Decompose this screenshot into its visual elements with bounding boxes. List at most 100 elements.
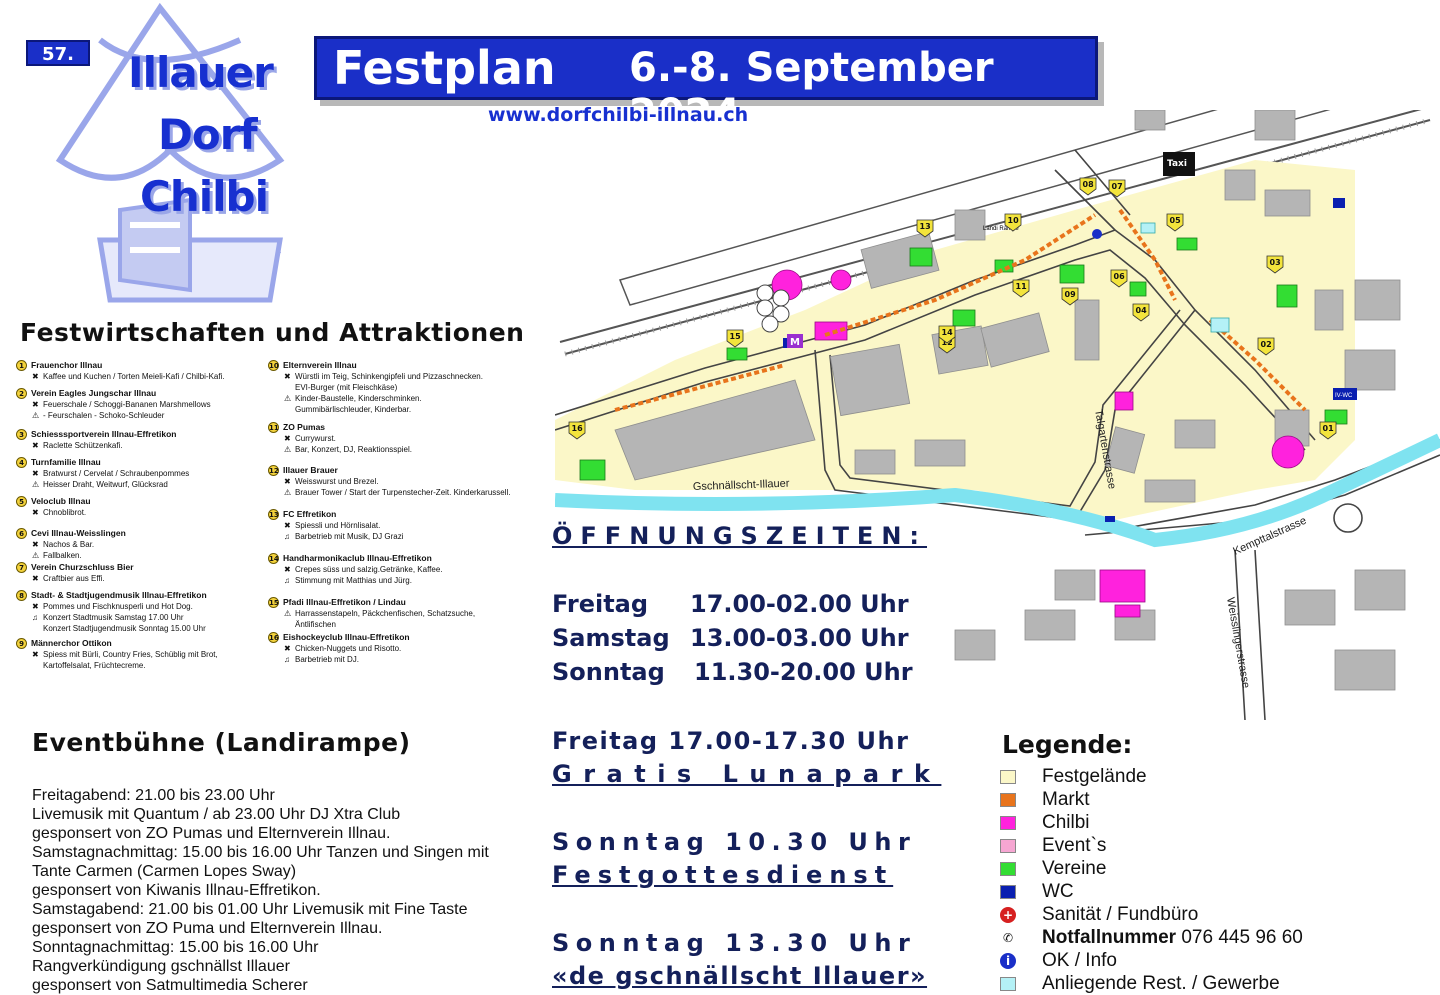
entry-line: ✖ Nachos & Bar.: [16, 539, 266, 550]
entry-text: Chnoblibrot.: [43, 508, 87, 517]
entry-header: 2 Verein Eagles Jungschar Illnau: [16, 388, 266, 399]
legend-swatch: [1000, 885, 1016, 899]
entry-header: 7 Verein Churzschluss Bier: [16, 562, 266, 573]
attraction-icon: ⚠: [32, 480, 40, 489]
entry-line: ✖ Bratwurst / Cervelat / Schraubenpommes: [16, 468, 266, 479]
svg-text:15: 15: [730, 332, 742, 341]
food-icon: ✖: [32, 540, 39, 549]
stage-line: Rangverkündigung gschnällst Illauer: [32, 958, 290, 975]
emergency-number: 076 445 96 60: [1176, 927, 1303, 948]
entry-number: 16: [268, 632, 279, 643]
food-icon: ✖: [32, 441, 39, 450]
listing-entry-4: 4 Turnfamilie Illnau ✖ Bratwurst / Cervelat…: [16, 457, 266, 490]
legend-label: Notfallnummer: [1042, 927, 1177, 948]
svg-text:08: 08: [1083, 180, 1095, 189]
svg-text:10: 10: [1008, 216, 1020, 225]
entry-text: Spiess mit Bürli, Country Fries, Schübli…: [43, 650, 218, 659]
entry-text: EVI-Burger (mit Fleischkäse): [295, 383, 398, 392]
svg-text:04: 04: [1136, 306, 1148, 315]
entry-line: Konzert Stadtjugendmusik Sonntag 15.00 U…: [16, 623, 266, 634]
svg-text:06: 06: [1114, 272, 1126, 281]
legend-item: Markt: [1000, 789, 1090, 811]
legend-swatch: [1000, 839, 1016, 853]
entry-header: 4 Turnfamilie Illnau: [16, 457, 266, 468]
legend-label: WC: [1042, 881, 1074, 902]
entry-header: 13 FC Effretikon: [268, 509, 518, 520]
entry-text: Nachos & Bar.: [43, 540, 95, 549]
entry-line: ♫ Konzert Stadtmusik Samstag 17.00 Uhr: [16, 612, 266, 623]
listing-entry-12: 12 Illauer Brauer ✖ Weisswurst und Brezel. ⚠…: [268, 465, 518, 498]
entry-number: 10: [268, 360, 279, 371]
entry-text: Kinder-Baustelle, Kinderschminken.: [295, 394, 422, 403]
stage-line: gesponsert von Satmultimedia Scherer: [32, 977, 308, 994]
stage-title: Eventbühne (Landirampe): [32, 728, 411, 757]
food-icon: ✖: [284, 372, 291, 381]
svg-text:09: 09: [1065, 290, 1077, 299]
stage-line: Samstagabend: 21.00 bis 01.00 Uhr Livemu…: [32, 901, 468, 918]
attraction-icon: ⚠: [284, 445, 292, 454]
entry-name: Turnfamilie Illnau: [31, 457, 101, 467]
legend-label: Vereine: [1042, 858, 1107, 879]
entry-number: 5: [16, 496, 27, 507]
entry-text: Bratwurst / Cervelat / Schraubenpommes: [43, 469, 190, 478]
listing-entry-7: 7 Verein Churzschluss Bier ✖ Craftbier aus …: [16, 562, 266, 584]
legend-item: WC: [1000, 881, 1074, 903]
music-icon: ♫: [284, 576, 290, 585]
attraction-icon: ⚠: [284, 394, 292, 403]
stage-line: gesponsert von Kiwanis Illnau-Effretikon…: [32, 882, 321, 899]
entry-line: ✖ Pommes und Fischknusperli und Hot Dog.: [16, 601, 266, 612]
legend-swatch: [1000, 977, 1016, 991]
food-icon: ✖: [284, 521, 291, 530]
entry-text: Barbetrieb mit Musik, DJ Grazi: [295, 532, 404, 541]
legend-swatch: [1000, 770, 1016, 784]
entry-name: Stadt- & Stadtjugendmusik Illnau-Effreti…: [31, 590, 207, 600]
entry-text: - Feurschalen - Schoko-Schleuder: [43, 411, 165, 420]
taxi-sign: Taxi: [1163, 152, 1195, 176]
food-icon: ✖: [284, 565, 291, 574]
entry-line: ⚠ Kinder-Baustelle, Kinderschminken.: [268, 393, 518, 404]
entry-text: Kaffee und Kuchen / Torten Meieli-Kafi /…: [43, 372, 225, 381]
listing-entry-3: 3 Schiesssportverein Illnau-Effretikon ✖ Ra…: [16, 429, 266, 451]
entry-text: Craftbier aus Effi.: [43, 574, 105, 583]
entry-name: Handharmonikaclub Illnau-Effretikon: [283, 553, 432, 563]
entry-number: 4: [16, 457, 27, 468]
entry-line: ♫ Barbetrieb mit Musik, DJ Grazi: [268, 531, 518, 542]
listing-entry-8: 8 Stadt- & Stadtjugendmusik Illnau-Effret…: [16, 590, 266, 634]
entry-line: ✖ Weisswurst und Brezel.: [268, 476, 518, 487]
listing-entry-14: 14 Handharmonikaclub Illnau-Effretikon ✖ Cr…: [268, 553, 518, 586]
entry-line: ✖ Feuerschale / Schoggi-Bananen Marshmell…: [16, 399, 266, 410]
entry-line: ✖ Chnoblibrot.: [16, 507, 266, 518]
legend-label: Event`s: [1042, 835, 1107, 856]
legend-swatch: [1000, 862, 1016, 876]
stage-line: gesponsert von ZO Pumas und Elternverein…: [32, 825, 391, 842]
entry-header: 3 Schiesssportverein Illnau-Effretikon: [16, 429, 266, 440]
festival-map: Gschnällscht-Illauer Talgartenstrasse Ke…: [555, 110, 1440, 720]
music-icon: ♫: [284, 532, 290, 541]
entry-text: Weisswurst und Brezel.: [295, 477, 379, 486]
svg-text:Taxi: Taxi: [1167, 159, 1187, 169]
legend-item: + Sanität / Fundbüro: [1000, 904, 1198, 926]
entry-line: ⚠ Fallbalken.: [16, 550, 266, 561]
entry-line: ♫ Barbetrieb mit DJ.: [268, 654, 518, 665]
food-icon: ✖: [32, 574, 39, 583]
stage-line: Sonntagnachmittag: 15.00 bis 16.00 Uhr: [32, 939, 319, 956]
entry-name: Schiesssportverein Illnau-Effretikon: [31, 429, 177, 439]
entry-line: ⚠ Bar, Konzert, DJ, Reaktionsspiel.: [268, 444, 518, 455]
entry-text: Heisser Draht, Weitwurf, Glücksrad: [43, 480, 168, 489]
legend-label: Anliegende Rest. / Gewerbe: [1042, 973, 1280, 994]
logo-line-1: Illauer: [128, 48, 274, 97]
legend-item: Chilbi: [1000, 812, 1090, 834]
stage-line: Livemusik mit Quantum / ab 23.00 Uhr DJ …: [32, 806, 401, 823]
entry-name: Verein Churzschluss Bier: [31, 562, 134, 572]
food-icon: ✖: [32, 372, 39, 381]
food-icon: ✖: [284, 434, 291, 443]
entry-text: Harrassenstapeln, Päckchenfischen, Schat…: [295, 609, 476, 629]
entry-line: EVI-Burger (mit Fleischkäse): [268, 382, 518, 393]
music-icon: ♫: [284, 655, 290, 664]
entry-line: ✖ Crepes süss und salzig.Getränke, Kaffee…: [268, 564, 518, 575]
svg-text:02: 02: [1261, 340, 1272, 349]
entry-name: Elternverein Illnau: [283, 360, 357, 370]
entry-line: ⚠ Heisser Draht, Weitwurf, Glücksrad: [16, 479, 266, 490]
entry-number: 3: [16, 429, 27, 440]
svg-text:05: 05: [1170, 216, 1182, 225]
